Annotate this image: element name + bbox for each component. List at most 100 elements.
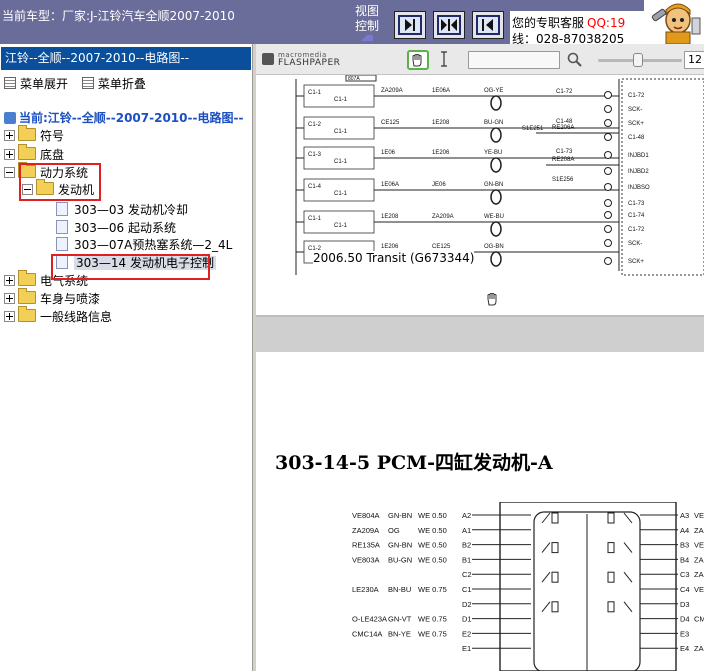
next-page-button[interactable] xyxy=(394,11,426,39)
latch-mark xyxy=(623,571,633,583)
twisted-pair-symbol xyxy=(490,189,502,205)
pin-label: A3 xyxy=(680,511,689,520)
wire-code-label: O-LE423A xyxy=(352,615,387,624)
flashpaper-logo: macromedia FLASHPAPER xyxy=(262,51,352,69)
connector-tag-label: C1-1 xyxy=(308,90,322,96)
wire-code-label: VE xyxy=(694,541,704,550)
tree-node-general-wiring[interactable]: 一般线路信息 xyxy=(4,306,113,326)
expand-icon[interactable] xyxy=(4,149,15,160)
tree-node-label: 符号 xyxy=(40,129,65,143)
wire-code-label: 1E06A xyxy=(432,88,450,94)
tree-node-label: 303—03 发动机冷却 xyxy=(74,203,188,217)
pin-label: INJBD2 xyxy=(628,169,649,175)
terminal-symbol xyxy=(551,571,559,583)
mascot-icon xyxy=(644,0,704,45)
wire-code-label: ZA209A xyxy=(352,526,379,535)
component-box xyxy=(303,116,375,140)
document-icon xyxy=(56,202,68,216)
connector-tag-label: C1-1 xyxy=(334,191,348,197)
collapse-icon[interactable] xyxy=(4,167,15,178)
expand-icon[interactable] xyxy=(4,275,15,286)
tree-panel: 江铃--全顺--2007-2010--电路图-- 菜单展开 菜单折叠 当前:江铃… xyxy=(0,44,252,671)
pin-label: SCK- xyxy=(628,107,642,113)
tree-node-engine-cooling[interactable]: 303—03 发动机冷却 xyxy=(56,201,188,219)
document-icon xyxy=(56,220,68,234)
wire-code-label: 1E206 xyxy=(432,150,450,156)
tree-node-chassis[interactable]: 底盘 xyxy=(4,144,64,164)
connector-tag-label: C1-4 xyxy=(308,184,322,190)
pin-label: D1 xyxy=(462,615,472,624)
document-page-1[interactable]: C1-1 C1-1 ZA209A 1E06A OG-YE C1-2 C1-1 CE125 1E2… xyxy=(256,75,704,315)
terminal-symbol xyxy=(607,601,615,613)
component-box xyxy=(303,178,375,202)
pin-label: C4 xyxy=(680,585,690,594)
collapse-all-label: 菜单折叠 xyxy=(97,77,146,91)
pin-label: C1-72 xyxy=(556,89,573,95)
pin-label: A1 xyxy=(462,526,471,535)
component-label: 807A xyxy=(348,76,360,82)
expand-icon[interactable] xyxy=(4,293,15,304)
terminal-symbol xyxy=(604,257,612,265)
twisted-pair-symbol xyxy=(490,251,502,267)
service-qq[interactable]: QQ:19 xyxy=(587,16,625,30)
latch-mark xyxy=(541,571,551,583)
pin-label: C3 xyxy=(680,570,690,579)
document-page-2[interactable]: 303-14-5 PCM-四缸发动机-A VE804A GN-BN WE 0.50 A… xyxy=(256,352,704,671)
terminal-symbol xyxy=(604,239,612,247)
service-phone: 线：028-87038205 xyxy=(512,32,625,44)
pin-label: E3 xyxy=(680,629,689,638)
wire-code-label: 1E06 xyxy=(381,150,396,156)
terminal-symbol xyxy=(551,542,559,554)
wire-color-label: OG xyxy=(388,526,400,535)
prev-page-button[interactable] xyxy=(472,11,504,39)
latch-mark xyxy=(623,542,633,553)
expand-button[interactable] xyxy=(433,11,465,39)
wire-color-label: OG-BN xyxy=(484,244,504,250)
splice-label: S1E256 xyxy=(552,177,574,183)
component-box xyxy=(303,210,375,234)
pin-label: C1-73 xyxy=(556,149,573,155)
zoom-value-field[interactable]: 12 xyxy=(684,51,704,69)
wire-code-label: VE803A xyxy=(352,555,380,564)
pin-label: B3 xyxy=(680,541,689,550)
zoom-slider-thumb[interactable] xyxy=(633,53,643,67)
tree-node-glow-plug[interactable]: 303—07A预热塞系统—2_4L xyxy=(56,236,232,254)
wire-code-label: CE125 xyxy=(381,120,400,126)
terminal-symbol xyxy=(604,167,612,175)
tree-node-label: 车身与喷漆 xyxy=(40,292,101,306)
pin-label: D3 xyxy=(680,600,690,609)
wire-code-label: 1E208 xyxy=(432,120,450,126)
tree-node-starting-system[interactable]: 303—06 起动系统 xyxy=(56,219,176,237)
pin-label: SCK- xyxy=(628,241,642,247)
tree-node-symbols[interactable]: 符号 xyxy=(4,125,65,145)
expand-icon[interactable] xyxy=(4,130,15,141)
tree-title: 江铃--全顺--2007-2010--电路图-- xyxy=(1,47,251,70)
latch-mark xyxy=(541,542,551,553)
terminal-symbol xyxy=(604,225,612,233)
search-button[interactable] xyxy=(566,51,584,69)
wire-code-label: ZA xyxy=(694,555,704,564)
wire-code-label: VE804A xyxy=(352,511,380,520)
tree-node-label: 303—07A预热塞系统—2_4L xyxy=(74,238,233,252)
tree-node-label: 一般线路信息 xyxy=(40,310,113,324)
expand-all-button[interactable]: 菜单展开 xyxy=(4,75,68,92)
computer-icon xyxy=(4,112,16,124)
latch-mark xyxy=(623,512,633,524)
latch-mark xyxy=(623,601,633,613)
splice-label: S1E251 xyxy=(522,126,544,132)
text-select-tool[interactable] xyxy=(440,51,448,71)
connector-tag-label: C1-1 xyxy=(308,216,322,222)
component-box xyxy=(303,84,375,108)
wire-color-label: GN-BN xyxy=(388,541,412,550)
customer-service-panel[interactable]: 您的专职客服 QQ:19 线：028-87038205 xyxy=(510,11,644,44)
search-input[interactable] xyxy=(468,51,560,69)
view-control-button[interactable]: 视图 控制 xyxy=(355,4,389,41)
expand-all-label: 菜单展开 xyxy=(20,77,69,91)
terminal-symbol xyxy=(604,91,612,99)
wire-code-label: ZA209A xyxy=(432,214,454,220)
highlight-box xyxy=(19,163,101,201)
expand-icon[interactable] xyxy=(4,311,15,322)
collapse-all-button[interactable]: 菜单折叠 xyxy=(81,75,146,92)
wire-spec-label: WE 0.75 xyxy=(418,585,447,594)
hand-tool-button[interactable] xyxy=(407,50,429,70)
